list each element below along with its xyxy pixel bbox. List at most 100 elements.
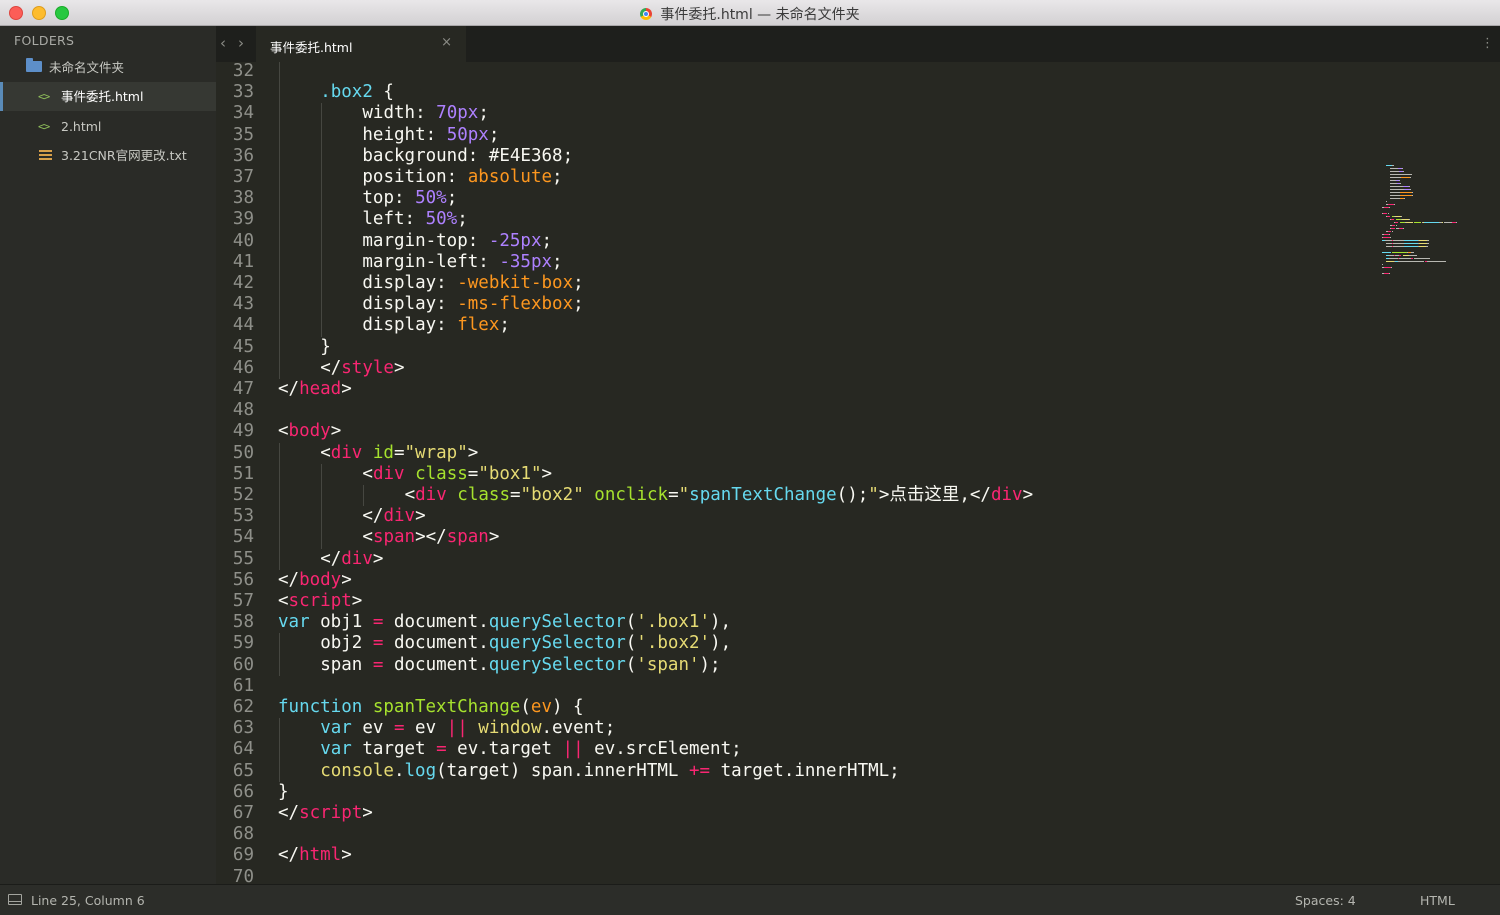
- chevron-left-icon[interactable]: ‹: [220, 34, 226, 52]
- more-vertical-icon[interactable]: ⋮: [1481, 36, 1494, 51]
- line-number: 49: [232, 421, 254, 442]
- indent-guide: [279, 718, 280, 740]
- code-token: 70px: [436, 103, 479, 124]
- line-number-gutter: 32 33 34 35 36 37 38 39 40 41 42 43 44 45 46 47 48 49 50 51…: [216, 62, 260, 884]
- minimap-line: [1393, 204, 1395, 206]
- code-token: (: [625, 633, 637, 654]
- code-token: =: [393, 442, 405, 463]
- minimap-line: [1384, 267, 1391, 269]
- code-token: div: [415, 485, 447, 505]
- minimap-line: [1403, 243, 1418, 245]
- panel-toggle-icon[interactable]: [8, 894, 22, 905]
- line-number: 70: [232, 866, 254, 884]
- code-token: ;: [573, 273, 584, 293]
- line-number: 67: [232, 803, 254, 823]
- indent-guide: [279, 230, 280, 252]
- code-line: </div>: [362, 506, 425, 527]
- code-token: >点击这里,</: [878, 485, 991, 505]
- code-token: -25px: [488, 230, 542, 251]
- minimap-line: [1390, 198, 1400, 200]
- code-line: top: 50%;: [362, 188, 457, 209]
- indent-guide: [279, 485, 280, 507]
- minimap-line: [1399, 195, 1412, 197]
- minimap-line: [1390, 267, 1392, 269]
- code-line: }: [320, 337, 331, 358]
- minimap-line: [1390, 189, 1405, 191]
- code-token: >: [341, 569, 352, 590]
- minimap-line: [1426, 261, 1447, 263]
- sidebar-item-label: 事件委托.html: [61, 89, 144, 104]
- code-token: '.box1': [636, 612, 711, 633]
- minimap-line: [1419, 240, 1428, 242]
- minimap-line: [1394, 216, 1402, 218]
- indent-guide: [279, 633, 280, 655]
- code-line: console.log(target) span.innerHTML += ta…: [320, 761, 900, 782]
- minimap-line: [1399, 192, 1412, 194]
- code-token: left:: [362, 209, 426, 230]
- chevron-right-icon[interactable]: ›: [238, 34, 244, 52]
- code-line: <div class="box1">: [362, 464, 552, 485]
- minimap-line: [1392, 243, 1404, 245]
- indent-guide: [363, 485, 365, 507]
- code-token: ),: [710, 633, 732, 654]
- code-token: obj1: [309, 612, 373, 633]
- code-token: ;: [541, 230, 553, 251]
- minimap-line: [1387, 216, 1391, 218]
- code-line: margin-left: -35px;: [362, 252, 562, 273]
- code-token: >: [467, 442, 479, 463]
- code-token: margin-left:: [362, 251, 500, 272]
- code-token: querySelector: [488, 612, 626, 633]
- syntax-selector[interactable]: HTML: [1420, 893, 1455, 908]
- code-token: span: [446, 527, 489, 548]
- code-editor[interactable]: 32 33 34 35 36 37 38 39 40 41 42 43 44 45 46 47 48 49 50 51…: [216, 62, 1500, 884]
- sidebar-item-event-delegation-html[interactable]: <> 事件委托.html: [0, 82, 216, 111]
- cursor-position: Line 25, Column 6: [31, 893, 145, 908]
- minimap-line: [1390, 174, 1412, 176]
- code-token: '.box2': [636, 633, 711, 654]
- line-number: 68: [232, 824, 254, 845]
- code-token: target: [351, 739, 437, 760]
- code-token: ev.srcElement;: [583, 739, 742, 760]
- code-token: onclick: [594, 485, 669, 505]
- minimap-line: [1426, 243, 1429, 245]
- code-token: <: [404, 485, 416, 505]
- indent-guide: [321, 209, 323, 231]
- line-number: 57: [232, 591, 254, 611]
- text-file-icon: [39, 141, 52, 170]
- minimap-line: [1391, 219, 1395, 221]
- indentation-setting[interactable]: Spaces: 4: [1295, 893, 1356, 908]
- minimap-line: [1412, 192, 1414, 194]
- code-line: display: -ms-flexbox;: [362, 294, 583, 315]
- sidebar-item-folder[interactable]: 未命名文件夹: [0, 53, 216, 82]
- code-token: ": [678, 485, 690, 505]
- indent-guide: [279, 62, 280, 83]
- close-icon[interactable]: ×: [441, 35, 452, 50]
- minimap-line: [1419, 246, 1426, 248]
- indent-guide: [321, 103, 323, 125]
- code-token: querySelector: [488, 633, 626, 654]
- code-token: style: [341, 357, 394, 378]
- code-token: ev: [351, 718, 394, 739]
- tab-label: 事件委托.html: [270, 40, 353, 55]
- code-area[interactable]: .box2 {width: 70px; height: 50px; backgrou…: [278, 62, 1378, 884]
- code-token: spanTextChange: [372, 697, 521, 717]
- code-token: >: [415, 506, 426, 527]
- indent-guide: [279, 654, 280, 676]
- code-line: position: absolute;: [362, 167, 562, 188]
- sidebar-item-txt-file[interactable]: 3.21CNR官网更改.txt: [0, 141, 216, 170]
- code-token: >: [541, 463, 553, 484]
- line-number: 58: [232, 612, 254, 633]
- indent-guide: [321, 251, 323, 273]
- minimap-line: [1390, 192, 1400, 194]
- sidebar-item-2-html[interactable]: <> 2.html: [0, 112, 216, 141]
- indent-guide: [279, 548, 280, 570]
- line-number: 52: [232, 485, 254, 505]
- code-token: }: [278, 781, 289, 802]
- minimap[interactable]: [1376, 62, 1500, 884]
- code-line: <div class="box2" onclick="spanTextChang…: [405, 485, 1034, 506]
- tab-event-delegation-html[interactable]: 事件委托.html ×: [256, 26, 466, 62]
- code-token: window: [478, 718, 542, 739]
